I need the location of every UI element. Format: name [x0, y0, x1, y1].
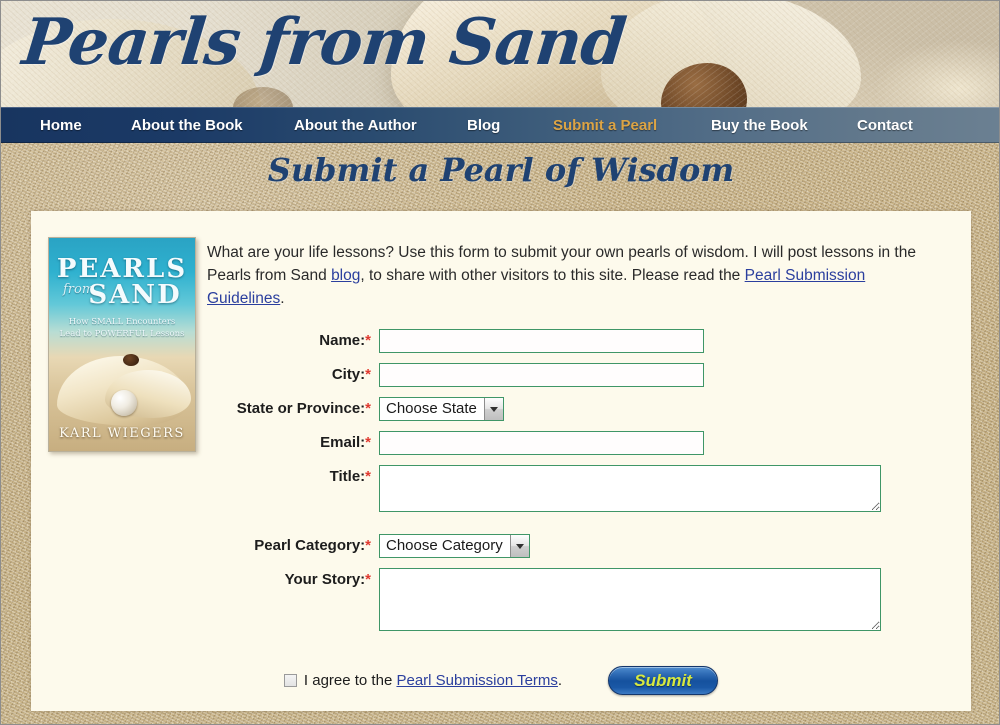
city-label: City:* [31, 363, 379, 387]
name-input[interactable] [379, 329, 704, 353]
title-required-marker: * [365, 468, 371, 485]
intro-text-part3: . [280, 290, 285, 307]
pearl-submission-form: Name:* City:* State or Province:* Choose… [31, 329, 971, 641]
nav-item-submit-a-pearl[interactable]: Submit a Pearl [547, 117, 663, 134]
category-field-wrap: Choose Category [379, 534, 971, 558]
content-panel: PEARLS from SAND How SMALL Encounters Le… [31, 211, 971, 711]
city-input[interactable] [379, 363, 704, 387]
page-title: Submit a Pearl of Wisdom [267, 151, 735, 189]
state-label: State or Province:* [31, 397, 379, 421]
chevron-down-icon[interactable] [483, 398, 503, 420]
email-label-text: Email: [320, 434, 366, 451]
form-row-title: Title:* [31, 465, 971, 512]
state-label-text: State or Province: [236, 400, 366, 417]
email-required-marker: * [365, 434, 371, 451]
city-label-text: City: [331, 366, 366, 383]
state-field-wrap: Choose State [379, 397, 971, 421]
nav-item-about-the-author[interactable]: About the Author [288, 117, 423, 134]
page-root: Pearls from Sand Home About the Book About… [0, 0, 1000, 725]
story-label-text: Your Story: [284, 571, 366, 588]
agree-text-after: . [557, 672, 563, 689]
state-required-marker: * [365, 400, 371, 417]
form-row-email: Email:* [31, 431, 971, 455]
story-field-wrap [379, 568, 971, 631]
email-field-wrap [379, 431, 971, 455]
agree-label: I agree to the Pearl Submission Terms. [304, 672, 562, 689]
city-field-wrap [379, 363, 971, 387]
name-label: Name:* [31, 329, 379, 353]
story-textarea[interactable] [379, 568, 881, 631]
nav-item-blog[interactable]: Blog [461, 117, 506, 134]
form-row-city: City:* [31, 363, 971, 387]
state-select[interactable]: Choose State [379, 397, 504, 421]
agree-and-submit-row: I agree to the Pearl Submission Terms. S… [31, 666, 971, 695]
name-field-wrap [379, 329, 971, 353]
category-label-text: Pearl Category: [254, 537, 366, 554]
title-textarea[interactable] [379, 465, 881, 512]
title-label: Title:* [31, 465, 379, 489]
title-field-wrap [379, 465, 971, 512]
category-label: Pearl Category:* [31, 534, 379, 558]
story-required-marker: * [365, 571, 371, 588]
category-select[interactable]: Choose Category [379, 534, 530, 558]
site-header-banner: Pearls from Sand [1, 1, 999, 107]
name-required-marker: * [365, 332, 371, 349]
title-label-text: Title: [329, 468, 366, 485]
nav-item-buy-the-book[interactable]: Buy the Book [705, 117, 814, 134]
name-label-text: Name: [319, 332, 366, 349]
agree-text-before: I agree to the [303, 672, 397, 689]
pearl-submission-terms-link[interactable]: Pearl Submission Terms [396, 672, 557, 689]
main-navigation: Home About the Book About the Author Blog Su… [1, 107, 999, 143]
state-select-value: Choose State [386, 400, 477, 417]
city-required-marker: * [365, 366, 371, 383]
category-required-marker: * [365, 537, 371, 554]
intro-text-part2: , to share with other visitors to this s… [360, 267, 745, 284]
nav-item-about-the-book[interactable]: About the Book [125, 117, 249, 134]
form-row-name: Name:* [31, 329, 971, 353]
form-row-story: Your Story:* [31, 568, 971, 631]
chevron-down-icon[interactable] [509, 535, 529, 557]
site-logo[interactable]: Pearls from Sand [19, 5, 629, 80]
nav-item-contact[interactable]: Contact [851, 117, 919, 134]
email-input[interactable] [379, 431, 704, 455]
book-cover-title-sand: SAND [88, 280, 182, 310]
submit-button[interactable]: Submit [608, 666, 719, 695]
category-select-value: Choose Category [386, 537, 503, 554]
nav-item-home[interactable]: Home [34, 117, 88, 134]
intro-paragraph: What are your life lessons? Use this for… [207, 241, 939, 310]
form-row-state: State or Province:* Choose State [31, 397, 971, 421]
agree-checkbox[interactable] [283, 674, 297, 687]
email-label: Email:* [31, 431, 379, 455]
story-label: Your Story:* [31, 568, 379, 592]
form-row-category: Pearl Category:* Choose Category [31, 534, 971, 558]
blog-link[interactable]: blog [331, 267, 360, 284]
